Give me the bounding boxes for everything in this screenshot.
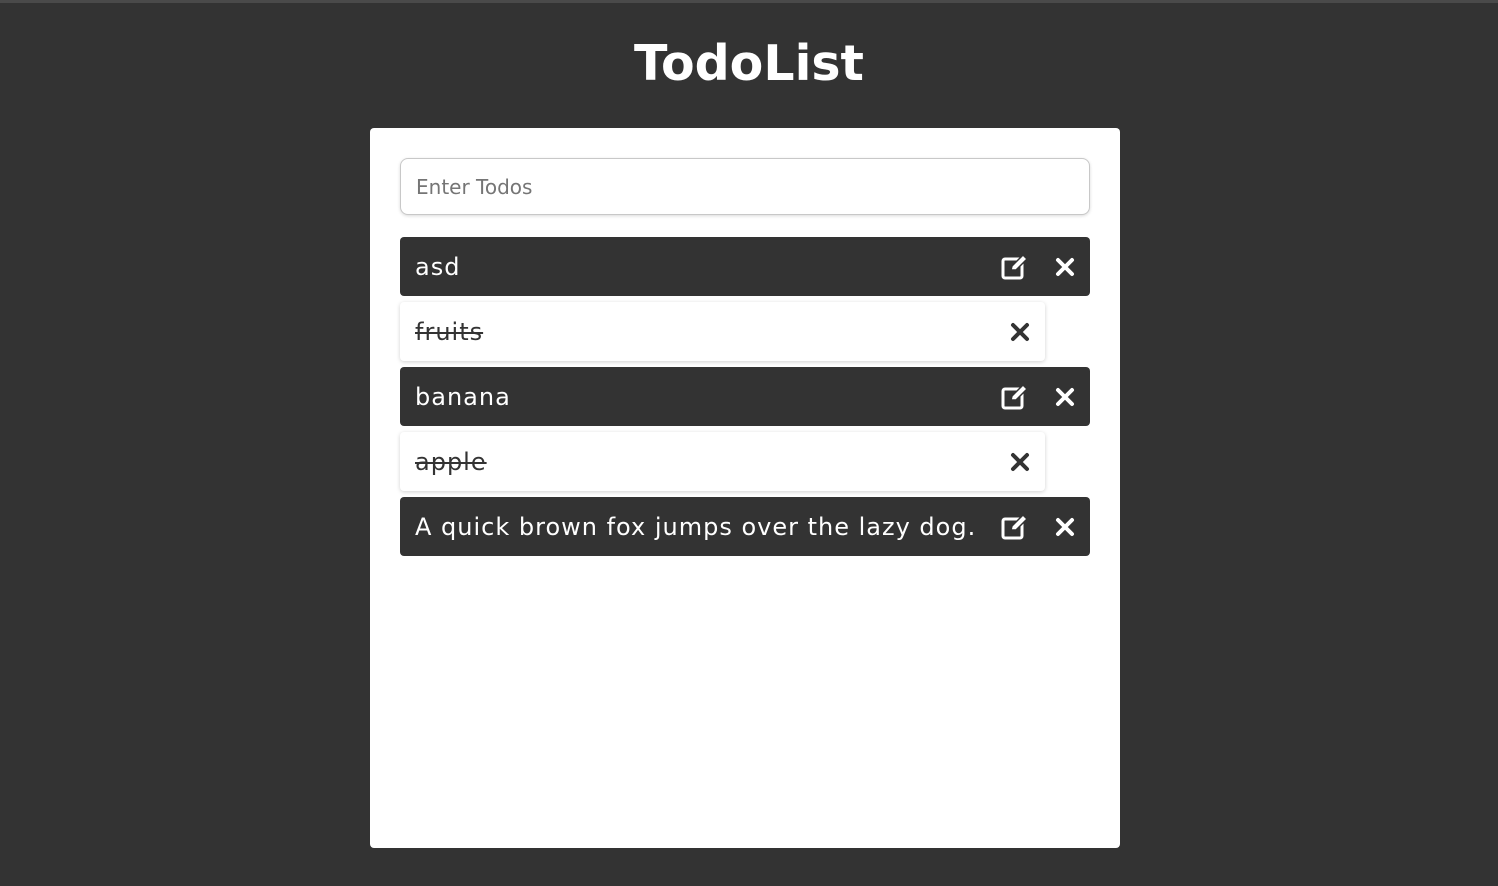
delete-button[interactable] — [995, 432, 1045, 491]
todo-actions — [995, 432, 1045, 491]
edit-button[interactable] — [990, 497, 1040, 556]
close-icon — [1056, 257, 1074, 276]
todo-item-completed[interactable]: apple — [400, 432, 1045, 491]
edit-button[interactable] — [990, 237, 1040, 296]
todo-list: asd fruits banana apple A quick brown fo… — [400, 237, 1090, 562]
todo-actions — [995, 302, 1045, 361]
todo-actions — [990, 497, 1090, 556]
edit-button[interactable] — [990, 367, 1040, 426]
todo-input[interactable] — [400, 158, 1090, 215]
edit-icon — [1001, 383, 1029, 409]
close-icon — [1056, 387, 1074, 406]
delete-button[interactable] — [995, 302, 1045, 361]
delete-button[interactable] — [1040, 367, 1090, 426]
todo-text[interactable]: A quick brown fox jumps over the lazy do… — [415, 513, 990, 541]
todo-item[interactable]: asd — [400, 237, 1090, 296]
todo-text[interactable]: banana — [415, 383, 990, 411]
todo-actions — [990, 367, 1090, 426]
close-icon — [1011, 322, 1029, 341]
top-border — [0, 0, 1498, 3]
todo-actions — [990, 237, 1090, 296]
edit-icon — [1001, 513, 1029, 539]
todo-item[interactable]: banana — [400, 367, 1090, 426]
close-icon — [1011, 452, 1029, 471]
delete-button[interactable] — [1040, 237, 1090, 296]
todo-item[interactable]: A quick brown fox jumps over the lazy do… — [400, 497, 1090, 556]
delete-button[interactable] — [1040, 497, 1090, 556]
page-title: TodoList — [634, 35, 864, 92]
todo-text[interactable]: asd — [415, 253, 990, 281]
edit-icon — [1001, 253, 1029, 279]
close-icon — [1056, 517, 1074, 536]
todo-item-completed[interactable]: fruits — [400, 302, 1045, 361]
todo-text[interactable]: fruits — [415, 318, 995, 346]
todo-card: asd fruits — [370, 128, 1120, 848]
todo-text[interactable]: apple — [415, 448, 995, 476]
